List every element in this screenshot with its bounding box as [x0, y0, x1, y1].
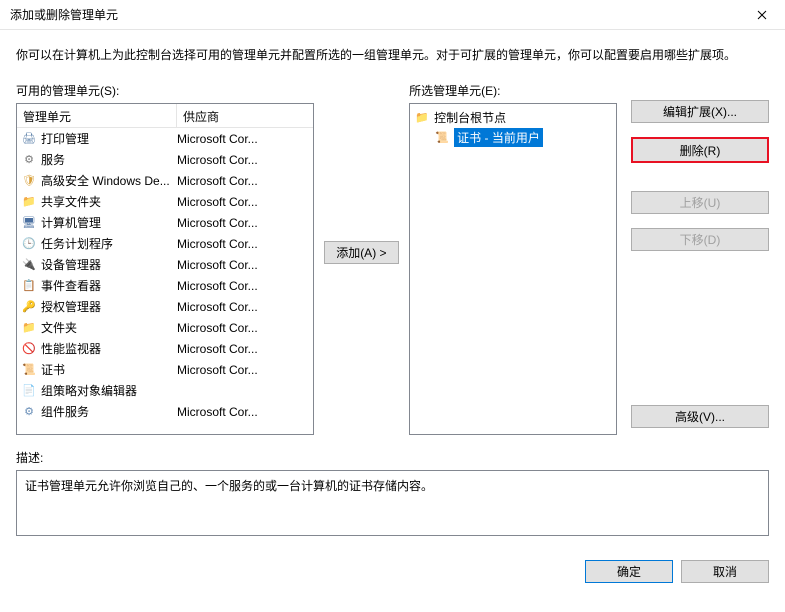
perf-icon: 🚫	[21, 341, 37, 357]
close-icon	[757, 10, 767, 20]
main-row: 可用的管理单元(S): 管理单元 供应商 🖨打印管理 Microsoft Cor.…	[16, 82, 769, 435]
list-item[interactable]: 📁文件夹 Microsoft Cor...	[17, 317, 313, 338]
item-name: 任务计划程序	[41, 235, 113, 252]
description-box: 证书管理单元允许你浏览自己的、一个服务的或一台计算机的证书存储内容。	[16, 470, 769, 536]
item-name: 服务	[41, 151, 65, 168]
event-icon: 📋	[21, 278, 37, 294]
item-name: 计算机管理	[41, 214, 101, 231]
ok-button[interactable]: 确定	[585, 560, 673, 583]
list-item[interactable]: 🚫性能监视器 Microsoft Cor...	[17, 338, 313, 359]
titlebar: 添加或删除管理单元	[0, 0, 785, 30]
move-down-button[interactable]: 下移(D)	[631, 228, 769, 251]
compsvc-icon: ⚙	[21, 404, 37, 420]
list-item[interactable]: 🖥计算机管理 Microsoft Cor...	[17, 212, 313, 233]
item-vendor: Microsoft Cor...	[177, 132, 313, 146]
item-name: 高级安全 Windows De...	[41, 172, 170, 189]
item-name: 设备管理器	[41, 256, 101, 273]
available-label: 可用的管理单元(S):	[16, 82, 314, 99]
list-item[interactable]: 📜证书 Microsoft Cor...	[17, 359, 313, 380]
list-item[interactable]: 🔌设备管理器 Microsoft Cor...	[17, 254, 313, 275]
cert-icon: 📜	[434, 129, 450, 145]
item-vendor: Microsoft Cor...	[177, 405, 313, 419]
close-button[interactable]	[739, 0, 785, 30]
cancel-button[interactable]: 取消	[681, 560, 769, 583]
item-name: 文件夹	[41, 319, 77, 336]
description-label: 描述:	[16, 449, 769, 466]
item-vendor: Microsoft Cor...	[177, 321, 313, 335]
selected-tree[interactable]: 📁 控制台根节点 📜 证书 - 当前用户	[409, 103, 617, 435]
description-text: 证书管理单元允许你浏览自己的、一个服务的或一台计算机的证书存储内容。	[25, 479, 433, 493]
col-snapin-header[interactable]: 管理单元	[17, 104, 177, 127]
list-item[interactable]: 🔑授权管理器 Microsoft Cor...	[17, 296, 313, 317]
middle-column: 添加(A) >	[324, 82, 400, 422]
folder-icon: 📁	[21, 320, 37, 336]
available-list: 管理单元 供应商 🖨打印管理Microsoft Cor...⚙服务Microso…	[16, 103, 314, 435]
share-icon: 📁	[21, 194, 37, 210]
item-vendor: Microsoft Cor...	[177, 363, 313, 377]
clock-icon: 🕒	[21, 236, 37, 252]
available-list-header: 管理单元 供应商	[17, 104, 313, 128]
item-name: 组件服务	[41, 403, 89, 420]
list-item[interactable]: ⚙服务 Microsoft Cor...	[17, 149, 313, 170]
item-vendor: Microsoft Cor...	[177, 258, 313, 272]
intro-text: 你可以在计算机上为此控制台选择可用的管理单元并配置所选的一组管理单元。对于可扩展…	[16, 46, 769, 64]
item-vendor: Microsoft Cor...	[177, 195, 313, 209]
gear-icon: ⚙	[21, 152, 37, 168]
tree-child-node[interactable]: 📜 证书 - 当前用户	[434, 128, 612, 146]
available-list-body[interactable]: 🖨打印管理Microsoft Cor...⚙服务Microsoft Cor...…	[17, 128, 313, 434]
list-item[interactable]: ⚙组件服务 Microsoft Cor...	[17, 401, 313, 422]
item-vendor: Microsoft Cor...	[177, 342, 313, 356]
item-vendor: Microsoft Cor...	[177, 153, 313, 167]
printer-icon: 🖨	[21, 131, 37, 147]
list-item[interactable]: 🖨打印管理 Microsoft Cor...	[17, 128, 313, 149]
cert-icon: 📜	[21, 362, 37, 378]
auth-icon: 🔑	[21, 299, 37, 315]
shield-icon: 🛡	[21, 173, 37, 189]
item-vendor: Microsoft Cor...	[177, 279, 313, 293]
advanced-button[interactable]: 高级(V)...	[631, 405, 769, 428]
move-up-button[interactable]: 上移(U)	[631, 191, 769, 214]
window-title: 添加或删除管理单元	[10, 6, 739, 23]
list-item[interactable]: 🕒任务计划程序 Microsoft Cor...	[17, 233, 313, 254]
selected-label: 所选管理单元(E):	[409, 82, 617, 99]
item-vendor: Microsoft Cor...	[177, 237, 313, 251]
selected-column: 所选管理单元(E): 📁 控制台根节点 📜 证书 - 当前用户	[409, 82, 617, 435]
remove-button[interactable]: 删除(R)	[631, 137, 769, 163]
folder-icon: 📁	[414, 109, 430, 125]
item-vendor: Microsoft Cor...	[177, 216, 313, 230]
list-item[interactable]: 🛡高级安全 Windows De... Microsoft Cor...	[17, 170, 313, 191]
dialog-footer: 确定 取消	[0, 546, 785, 597]
item-name: 组策略对象编辑器	[41, 382, 137, 399]
col-vendor-header[interactable]: 供应商	[177, 104, 313, 127]
list-item[interactable]: 📁共享文件夹 Microsoft Cor...	[17, 191, 313, 212]
edit-extensions-button[interactable]: 编辑扩展(X)...	[631, 100, 769, 123]
item-name: 事件查看器	[41, 277, 101, 294]
item-name: 共享文件夹	[41, 193, 101, 210]
side-buttons: 编辑扩展(X)... 删除(R) 上移(U) 下移(D) 高级(V)...	[631, 82, 769, 428]
list-item[interactable]: 📄组策略对象编辑器	[17, 380, 313, 401]
tree-child-label: 证书 - 当前用户	[454, 128, 543, 147]
item-name: 授权管理器	[41, 298, 101, 315]
device-icon: 🔌	[21, 257, 37, 273]
item-vendor: Microsoft Cor...	[177, 300, 313, 314]
available-column: 可用的管理单元(S): 管理单元 供应商 🖨打印管理 Microsoft Cor.…	[16, 82, 314, 435]
list-item[interactable]: 📋事件查看器 Microsoft Cor...	[17, 275, 313, 296]
item-vendor: Microsoft Cor...	[177, 174, 313, 188]
item-name: 证书	[41, 361, 65, 378]
add-button[interactable]: 添加(A) >	[324, 241, 399, 264]
item-name: 打印管理	[41, 130, 89, 147]
computer-icon: 🖥	[21, 215, 37, 231]
tree-root-node[interactable]: 📁 控制台根节点	[414, 108, 612, 126]
gpo-icon: 📄	[21, 383, 37, 399]
dialog-content: 你可以在计算机上为此控制台选择可用的管理单元并配置所选的一组管理单元。对于可扩展…	[0, 30, 785, 546]
item-name: 性能监视器	[41, 340, 101, 357]
tree-root-label: 控制台根节点	[434, 109, 506, 126]
